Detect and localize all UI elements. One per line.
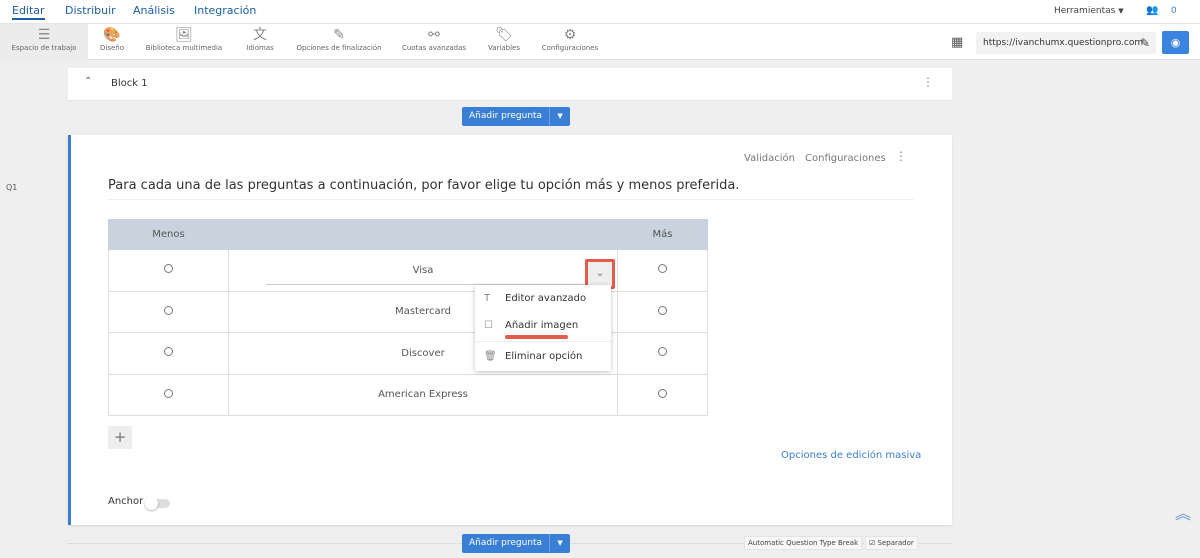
menu-item-advanced-editor[interactable]: T Editor avanzado [475, 288, 611, 310]
tool-label: Cuotas avanzadas [401, 44, 466, 52]
tool-media-library[interactable]: 🖼 Biblioteca multimedia [142, 24, 226, 60]
block-header: ⌃ Block 1 ⋮ [68, 68, 952, 101]
bulk-edit-link[interactable]: Opciones de edición masiva [781, 450, 921, 461]
add-question-label: Añadir pregunta [462, 107, 551, 126]
quota-icon: ⚯ [428, 27, 440, 43]
tag-icon: 🏷 [495, 27, 513, 43]
tool-label: Espacio de trabajo [11, 44, 77, 52]
radio-least[interactable] [164, 388, 173, 398]
tool-label: Idiomas [246, 44, 274, 52]
menu-label: Eliminar opción [505, 351, 583, 362]
menu-item-add-image[interactable]: ☐ Añadir imagen [475, 315, 611, 339]
table-row: Visa ⌄ [108, 249, 708, 292]
anchor-label: Anchor [108, 496, 144, 507]
checkbox-checked-icon: ☑ [869, 539, 876, 547]
collaborator-count: 0 [1171, 6, 1177, 16]
tool-label: Opciones de finalización [296, 44, 382, 52]
add-question-button[interactable]: Añadir pregunta ▼ [462, 107, 571, 126]
tool-label: Biblioteca multimedia [145, 44, 223, 52]
add-option-button[interactable]: + [108, 426, 132, 449]
tools-label: Herramientas [1054, 6, 1116, 16]
option-text[interactable]: American Express [378, 389, 468, 400]
menu-label: Añadir imagen [505, 320, 579, 331]
tab-analisis[interactable]: Análisis [133, 4, 175, 17]
maxdiff-table: Menos Más Visa ⌄ Mastercard Discover Ameri… [108, 219, 708, 416]
col-options [228, 219, 618, 250]
question-menu-icon[interactable]: ⋮ [895, 149, 907, 163]
text-icon: T [484, 293, 491, 304]
trash-icon: 🗑 [484, 351, 497, 362]
tool-design[interactable]: 🎨 Diseño [92, 24, 132, 60]
translate-icon: 文 [253, 27, 267, 43]
radio-most[interactable] [658, 388, 667, 398]
menu-item-delete-option[interactable]: 🗑 Eliminar opción [475, 346, 611, 368]
col-menos: Menos [108, 219, 229, 250]
block-menu-icon[interactable]: ⋮ [922, 75, 934, 89]
tab-integracion[interactable]: Integración [194, 4, 256, 17]
question-settings-link[interactable]: Configuraciones [805, 153, 886, 164]
workspace-icon: ☰ [37, 27, 51, 43]
menu-label: Editor avanzado [505, 293, 587, 304]
block-title: Block 1 [111, 78, 148, 89]
top-nav: Editar Distribuir Análisis Integración H… [0, 0, 1200, 24]
palette-icon: 🎨 [103, 27, 121, 43]
image-icon: 🖼 [175, 27, 193, 43]
radio-least[interactable] [164, 347, 173, 357]
tool-workspace[interactable]: ☰ Espacio de trabajo [0, 24, 88, 60]
tab-distribuir[interactable]: Distribuir [65, 4, 116, 17]
survey-url: https://ivanchumx.questionpro.com [983, 38, 1144, 48]
separator-label: Separador [877, 539, 914, 547]
tools-dropdown[interactable]: Herramientas ▼ [1054, 6, 1124, 16]
radio-least[interactable] [164, 264, 173, 274]
add-question-button-bottom[interactable]: Añadir pregunta ▼ [462, 534, 571, 553]
collapse-icon[interactable]: ⌃ [84, 76, 92, 87]
radio-most[interactable] [658, 264, 667, 274]
table-row: American Express [108, 373, 708, 416]
gear-icon: ⚙ [563, 27, 577, 43]
table-row: Mastercard [108, 290, 708, 333]
checkbox-icon: ☐ [484, 320, 493, 331]
option-text[interactable]: Mastercard [395, 306, 451, 317]
radio-least[interactable] [164, 305, 173, 315]
tool-variables[interactable]: 🏷 Variables [484, 24, 524, 60]
validation-link[interactable]: Validación [744, 153, 795, 164]
tab-editar[interactable]: Editar [12, 4, 45, 20]
question-number: Q1 [6, 183, 18, 192]
add-question-label: Añadir pregunta [462, 534, 551, 553]
survey-url-field[interactable]: https://ivanchumx.questionpro.com ✎ [976, 32, 1156, 54]
eye-icon: ◉ [1170, 36, 1181, 49]
anchor-toggle[interactable] [145, 497, 170, 510]
preview-button[interactable]: ◉ [1162, 31, 1189, 54]
caret-down-icon[interactable]: ▼ [550, 107, 570, 126]
auto-break-button[interactable]: Automatic Question Type Break [744, 536, 863, 550]
radio-most[interactable] [658, 305, 667, 315]
col-mas: Más [617, 219, 708, 250]
radio-most[interactable] [658, 347, 667, 357]
question-text[interactable]: Para cada una de las preguntas a continu… [108, 178, 914, 200]
tool-label: Configuraciones [541, 44, 599, 52]
caret-down-icon[interactable]: ▼ [550, 534, 570, 553]
tool-languages[interactable]: 文 Idiomas [240, 24, 280, 60]
tool-end-options[interactable]: ✎ Opciones de finalización [294, 24, 384, 60]
tool-settings[interactable]: ⚙ Configuraciones [540, 24, 600, 60]
table-row: Discover [108, 332, 708, 375]
tool-quotas[interactable]: ⚯ Cuotas avanzadas [400, 24, 468, 60]
separator-toggle[interactable]: ☑ Separador [865, 536, 918, 550]
highlight-underline [505, 335, 568, 339]
tool-label: Diseño [99, 44, 124, 52]
tool-label: Variables [488, 44, 520, 52]
collaborators-icon[interactable]: 👥 [1146, 5, 1158, 16]
pencil-icon[interactable]: ✎ [1140, 32, 1150, 54]
qr-code-icon[interactable]: ▦ [951, 35, 963, 50]
caret-down-icon: ▼ [1118, 7, 1124, 15]
scroll-top-icon[interactable]: ︽ [1175, 500, 1191, 524]
option-text[interactable]: Visa [413, 265, 434, 276]
option-dropdown-menu: T Editor avanzado ☐ Añadir imagen 🗑 Elimina… [475, 285, 611, 371]
plus-icon: + [113, 428, 127, 446]
magic-wand-icon: ✎ [333, 27, 345, 43]
option-text[interactable]: Discover [401, 348, 445, 359]
